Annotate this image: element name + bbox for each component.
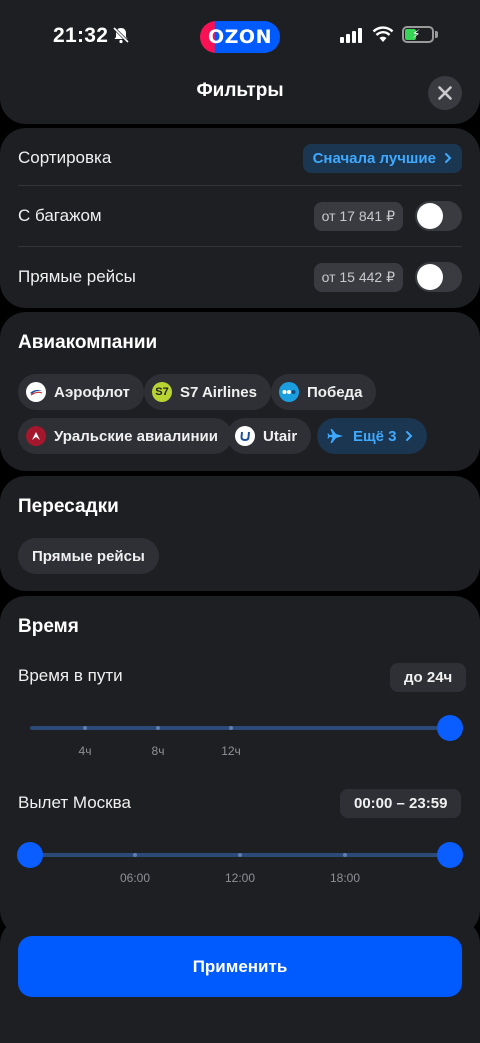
sort-value: Сначала лучшие [312, 149, 436, 167]
airplane-icon [327, 429, 343, 443]
slider-tick-dot [133, 853, 137, 857]
departure-slider-start-thumb[interactable] [17, 842, 43, 868]
travel-time-slider-track[interactable] [30, 726, 450, 730]
departure-slider-end-thumb[interactable] [437, 842, 463, 868]
apply-button[interactable]: Применить [18, 936, 462, 997]
transfer-chip-direct[interactable]: Прямые рейсы [18, 538, 159, 574]
slider-tick-dot [229, 726, 233, 730]
travel-time-value: до 24ч [390, 663, 467, 692]
battery-cap [435, 31, 438, 38]
close-icon [438, 86, 452, 100]
direct-flights-toggle[interactable] [415, 262, 462, 292]
chip-label: Прямые рейсы [32, 547, 145, 565]
pobeda-icon [279, 382, 299, 402]
sorting-card: Сортировка Сначала лучшие С багажом от 1… [0, 128, 480, 308]
ozon-logo-text: OZON [208, 26, 272, 48]
chevron-right-icon [445, 153, 452, 163]
airlines-title: Авиакомпании [18, 332, 158, 353]
page-title: Фильтры [196, 80, 284, 101]
departure-label: Вылет Москва [18, 793, 131, 812]
slider-tick-dot [343, 853, 347, 857]
time-card: Время Время в пути до 24ч 4ч 8ч 12ч Выле… [0, 596, 480, 936]
travel-tick-label: 8ч [151, 744, 165, 758]
toggle-knob [417, 264, 443, 290]
baggage-toggle[interactable] [415, 201, 462, 231]
direct-flights-label: Прямые рейсы [18, 267, 136, 286]
chip-label: Utair [263, 427, 298, 445]
chip-label: S7 Airlines [180, 383, 257, 401]
slider-tick-dot [156, 726, 160, 730]
bell-off-icon [112, 26, 130, 44]
ural-airlines-icon [26, 426, 46, 446]
sort-selector[interactable]: Сначала лучшие [302, 143, 462, 173]
wifi-icon [372, 26, 394, 42]
airline-chip-pobeda[interactable]: Победа [271, 374, 377, 410]
transfers-title: Пересадки [18, 496, 119, 517]
airlines-card: Авиакомпании Аэрофлот S7 S7 Airlines Поб… [0, 312, 480, 471]
travel-tick-label: 4ч [78, 744, 92, 758]
more-airlines-button[interactable]: Ещё 3 [317, 418, 427, 454]
sort-row[interactable]: Сортировка Сначала лучшие [18, 128, 462, 188]
footer-panel: Применить [0, 918, 480, 1043]
filters-header: Фильтры [0, 74, 480, 124]
charging-bolt-icon: ⚡ [412, 27, 421, 41]
apply-button-label: Применить [192, 956, 288, 976]
toggle-knob [417, 203, 443, 229]
chevron-right-icon [405, 431, 412, 441]
departure-tick-label: 18:00 [329, 871, 361, 885]
departure-tick-label: 06:00 [119, 871, 151, 885]
departure-tick-label: 12:00 [224, 871, 256, 885]
slider-tick-dot [238, 853, 242, 857]
airline-chip-s7[interactable]: S7 S7 Airlines [144, 374, 271, 410]
departure-value: 00:00 – 23:59 [340, 789, 462, 818]
direct-flights-row[interactable]: Прямые рейсы от 15 442 ₽ [18, 247, 462, 307]
ozon-logo: OZON [200, 21, 280, 53]
time-title: Время [18, 616, 79, 637]
aeroflot-icon [26, 382, 46, 402]
baggage-row[interactable]: С багажом от 17 841 ₽ [18, 186, 462, 246]
status-bar: 21:32 OZON ⚡ [0, 0, 480, 74]
baggage-price: от 17 841 ₽ [313, 201, 403, 231]
status-time: 21:32 [53, 24, 109, 47]
slider-tick-dot [83, 726, 87, 730]
chip-label: Победа [307, 383, 363, 401]
utair-icon [235, 426, 255, 446]
airline-chip-ural[interactable]: Уральские авиалинии [18, 418, 232, 454]
transfers-card: Пересадки Прямые рейсы [0, 476, 480, 591]
chip-label: Уральские авиалинии [54, 427, 218, 445]
more-airlines-label: Ещё 3 [353, 427, 397, 445]
cellular-signal-icon [340, 28, 362, 43]
travel-time-slider-thumb[interactable] [437, 715, 463, 741]
travel-tick-label: 12ч [221, 744, 241, 758]
sort-label: Сортировка [18, 148, 112, 167]
travel-time-label: Время в пути [18, 666, 123, 685]
airline-chip-aeroflot[interactable]: Аэрофлот [18, 374, 144, 410]
direct-flights-price: от 15 442 ₽ [313, 262, 403, 292]
s7-icon: S7 [152, 382, 172, 402]
chip-label: Аэрофлот [54, 383, 130, 401]
close-button[interactable] [428, 76, 462, 110]
baggage-label: С багажом [18, 206, 102, 225]
airline-chip-utair[interactable]: Utair [227, 418, 312, 454]
